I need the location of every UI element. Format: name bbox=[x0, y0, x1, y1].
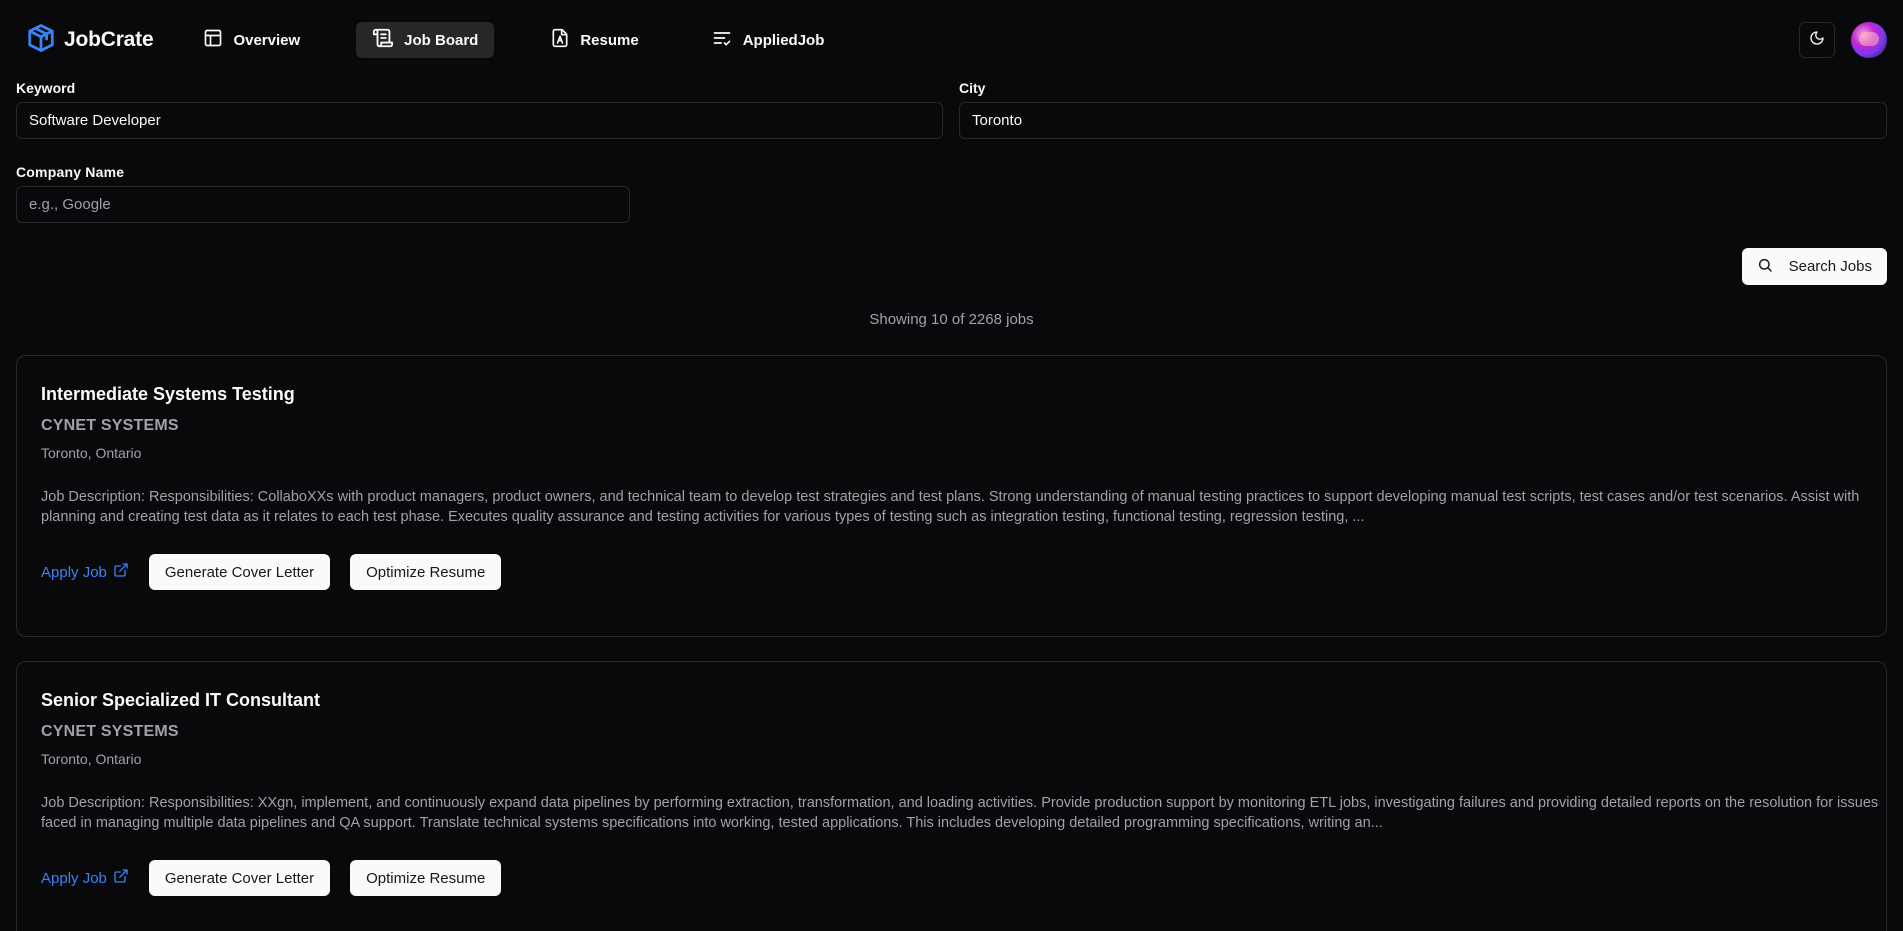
company-label: Company Name bbox=[16, 164, 125, 180]
job-location: Toronto, Ontario bbox=[41, 751, 142, 767]
external-link-icon bbox=[113, 868, 129, 888]
job-company: CYNET SYSTEMS bbox=[41, 723, 179, 740]
list-check-icon bbox=[711, 28, 733, 52]
apply-job-label: Apply Job bbox=[41, 563, 107, 581]
job-list: Intermediate Systems Testing CYNET SYSTE… bbox=[0, 355, 1903, 931]
job-actions: Apply Job Generate Cover Letter Optimize… bbox=[41, 860, 1862, 896]
box-logo-icon bbox=[26, 23, 56, 58]
search-icon bbox=[1757, 257, 1773, 277]
file-text-icon bbox=[550, 27, 570, 53]
apply-job-link[interactable]: Apply Job bbox=[41, 562, 129, 582]
nav-item-applied-job[interactable]: AppliedJob bbox=[695, 22, 841, 58]
apply-job-link[interactable]: Apply Job bbox=[41, 868, 129, 888]
search-actions: Search Jobs bbox=[16, 248, 1887, 285]
generate-cover-letter-button[interactable]: Generate Cover Letter bbox=[148, 554, 331, 590]
job-company: CYNET SYSTEMS bbox=[41, 417, 179, 434]
brand[interactable]: JobCrate bbox=[26, 23, 154, 58]
job-description: Job Description: Responsibilities: Colla… bbox=[41, 489, 1860, 525]
nav-item-resume[interactable]: Resume bbox=[534, 22, 654, 58]
scroll-icon bbox=[372, 27, 394, 53]
nav-item-label: Overview bbox=[233, 31, 301, 49]
city-label: City bbox=[959, 80, 986, 96]
nav-item-label: AppliedJob bbox=[742, 31, 825, 49]
optimize-resume-button[interactable]: Optimize Resume bbox=[350, 860, 502, 896]
nav-links: Overview Job Board Resume AppliedJob bbox=[187, 22, 840, 58]
results-summary: Showing 10 of 2268 jobs bbox=[869, 311, 1034, 328]
user-avatar[interactable] bbox=[1851, 22, 1887, 58]
job-title: Senior Specialized IT Consultant bbox=[41, 690, 321, 710]
nav-right bbox=[1799, 22, 1887, 58]
external-link-icon bbox=[113, 562, 129, 582]
nav-item-label: Resume bbox=[580, 31, 639, 49]
keyword-label: Keyword bbox=[16, 80, 76, 96]
top-nav: JobCrate Overview Job Board Resume Appli… bbox=[0, 0, 1903, 80]
job-location: Toronto, Ontario bbox=[41, 445, 142, 461]
city-input[interactable] bbox=[959, 102, 1887, 139]
nav-item-label: Job Board bbox=[404, 31, 479, 49]
search-jobs-button[interactable]: Search Jobs bbox=[1741, 248, 1887, 285]
brand-name: JobCrate bbox=[64, 28, 154, 51]
job-actions: Apply Job Generate Cover Letter Optimize… bbox=[41, 554, 1862, 590]
company-input[interactable] bbox=[16, 186, 630, 223]
search-jobs-label: Search Jobs bbox=[1788, 258, 1872, 275]
generate-cover-letter-button[interactable]: Generate Cover Letter bbox=[148, 860, 331, 896]
moon-icon bbox=[1809, 30, 1825, 51]
search-row-1: Keyword City bbox=[16, 80, 1887, 139]
company-field: Company Name bbox=[16, 164, 630, 223]
theme-toggle-button[interactable] bbox=[1799, 22, 1835, 58]
nav-item-job-board[interactable]: Job Board bbox=[356, 22, 495, 58]
layout-icon bbox=[203, 28, 223, 52]
job-card: Senior Specialized IT Consultant CYNET S… bbox=[16, 661, 1887, 931]
keyword-input[interactable] bbox=[16, 102, 943, 139]
job-card: Intermediate Systems Testing CYNET SYSTE… bbox=[16, 355, 1887, 637]
search-form: Keyword City Company Name Search Jobs bbox=[0, 80, 1903, 285]
keyword-field: Keyword bbox=[16, 80, 943, 139]
job-title: Intermediate Systems Testing bbox=[41, 384, 295, 404]
optimize-resume-button[interactable]: Optimize Resume bbox=[350, 554, 502, 590]
apply-job-label: Apply Job bbox=[41, 869, 107, 887]
nav-item-overview[interactable]: Overview bbox=[187, 22, 316, 58]
city-field: City bbox=[959, 80, 1887, 139]
job-description: Job Description: Responsibilities: XXgn,… bbox=[41, 795, 1879, 831]
